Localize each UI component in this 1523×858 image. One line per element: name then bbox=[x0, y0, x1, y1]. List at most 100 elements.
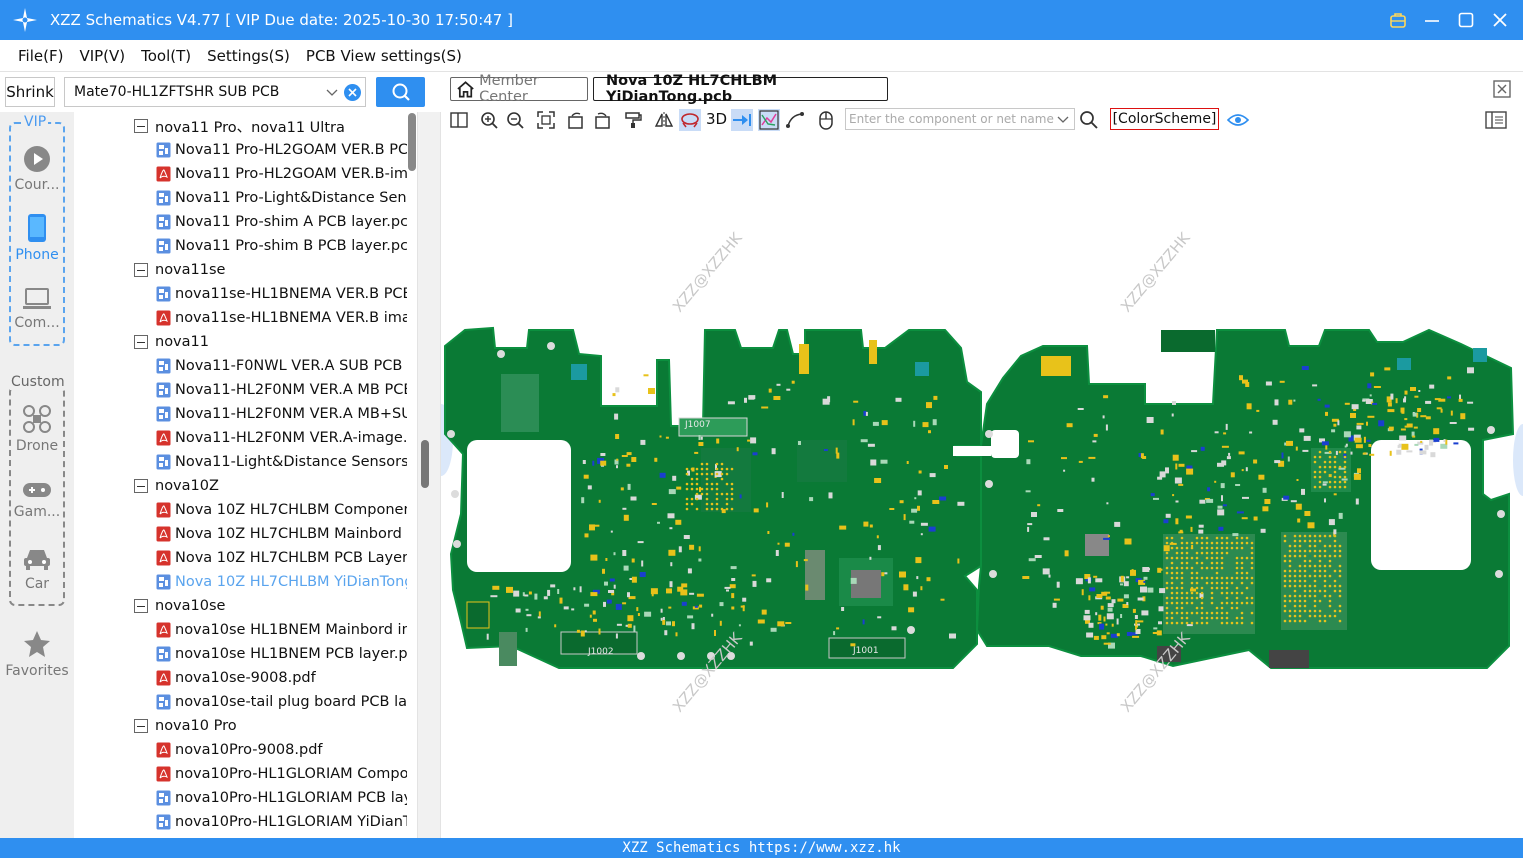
menu-settings[interactable]: Settings(S) bbox=[207, 47, 290, 65]
tab-active-file[interactable]: Nova 10Z HL7CHLBM YiDianTong.pcb bbox=[593, 73, 888, 105]
rotate-left-icon[interactable] bbox=[565, 109, 587, 131]
pcb-file-icon bbox=[156, 646, 171, 662]
maximize-button[interactable] bbox=[1457, 11, 1475, 29]
pcb-file-icon bbox=[156, 214, 171, 230]
vip-group-label: VIP bbox=[22, 114, 49, 130]
tree-item-pcb[interactable]: nova10Pro-HL1GLORIAM YiDianTo bbox=[156, 810, 407, 834]
pdf-file-icon bbox=[156, 166, 171, 182]
zoom-in-icon[interactable] bbox=[478, 109, 500, 131]
search-button[interactable] bbox=[376, 77, 425, 107]
collapse-icon[interactable] bbox=[134, 599, 148, 613]
mirror-icon[interactable] bbox=[653, 109, 675, 131]
rail-item-course[interactable]: Cour... bbox=[0, 145, 74, 193]
tree-item-label: Nova11 Pro-Light&Distance Senso bbox=[175, 190, 407, 206]
tree-item-pcb[interactable]: nova10Pro-HL1GLORIAM PCB laye bbox=[156, 786, 407, 810]
tree-scrollbar-thumb[interactable] bbox=[408, 113, 416, 171]
model-tree[interactable]: nova11 Pro、nova11 Ultra Nova11 Pro-HL2GOA… bbox=[74, 112, 417, 838]
pcb-canvas[interactable]: J1007 J1002 J1001 XZZ@XZZHK XZZ@XZZHK XZ… bbox=[441, 134, 1523, 838]
flip-board-icon[interactable] bbox=[679, 109, 701, 131]
tree-item-pcb[interactable]: Nova11-HL2F0NM VER.A MB+SUB bbox=[156, 402, 407, 426]
tree-item-label: nova10 Pro bbox=[155, 718, 237, 734]
component-net-search-input[interactable]: Enter the component or net name bbox=[845, 108, 1075, 130]
tree-item-label: nova10Pro-HL1GLORIAM YiDianTo bbox=[175, 814, 407, 830]
toggle-3d-button[interactable]: 3D bbox=[706, 110, 727, 128]
tree-group[interactable]: nova10Z bbox=[134, 474, 414, 498]
pcb-board-view[interactable]: J1007 J1002 J1001 bbox=[441, 134, 1523, 838]
tree-item-pdf[interactable]: nova10se-9008.pdf bbox=[156, 666, 407, 690]
tree-item-pdf[interactable]: nova11se-HL1BNEMA VER.B image bbox=[156, 306, 407, 330]
tree-item-label: nova11se-HL1BNEMA VER.B image bbox=[175, 310, 407, 326]
tree-item-label: Nova11-HL2F0NM VER.A MB PCB l bbox=[175, 382, 407, 398]
collapse-icon[interactable] bbox=[134, 263, 148, 277]
minimize-button[interactable] bbox=[1423, 11, 1441, 29]
tree-item-pdf[interactable]: nova10se HL1BNEM Mainbord ima bbox=[156, 618, 407, 642]
rail-item-computer[interactable]: Com... bbox=[0, 287, 74, 331]
chevron-down-icon[interactable] bbox=[1056, 112, 1070, 126]
tree-item-pcb[interactable]: Nova11-HL2F0NM VER.A MB PCB l bbox=[156, 378, 407, 402]
tree-item-pcb[interactable]: Nova11 Pro-Light&Distance Senso bbox=[156, 186, 407, 210]
collapse-icon[interactable] bbox=[134, 479, 148, 493]
fit-view-icon[interactable] bbox=[535, 109, 557, 131]
toggle-sidebar-icon[interactable] bbox=[448, 109, 470, 131]
tree-item-pdf[interactable]: Nova11 Pro-HL2GOAM VER.B-imag bbox=[156, 162, 407, 186]
clear-icon[interactable] bbox=[344, 84, 361, 101]
collapse-icon[interactable] bbox=[134, 335, 148, 349]
net-search-icon[interactable] bbox=[1078, 109, 1100, 131]
tree-item-pcb[interactable]: Nova 10Z HL7CHLBM YiDianTong. bbox=[156, 570, 407, 594]
menu-pcb-view-settings[interactable]: PCB View settings(S) bbox=[306, 47, 462, 65]
tree-item-pdf[interactable]: nova10Pro-9008.pdf bbox=[156, 738, 407, 762]
tree-item-pdf[interactable]: Nova 10Z HL7CHLBM PCB Layer.pc bbox=[156, 546, 407, 570]
tree-item-pcb[interactable]: Nova11 Pro-shim A PCB layer.pcb bbox=[156, 210, 407, 234]
tree-item-pdf[interactable]: Nova 10Z HL7CHLBM Mainbord in bbox=[156, 522, 407, 546]
splitter-handle[interactable] bbox=[421, 440, 429, 488]
close-all-tabs-icon[interactable] bbox=[1493, 80, 1511, 98]
tree-item-label: nova11se bbox=[155, 262, 226, 278]
measure-icon[interactable] bbox=[784, 109, 806, 131]
tree-item-pcb[interactable]: Nova11-Light&Distance Sensors sh bbox=[156, 450, 407, 474]
zoom-out-icon[interactable] bbox=[504, 109, 526, 131]
paint-roller-icon[interactable] bbox=[622, 109, 644, 131]
tree-item-pdf[interactable]: nova10Pro-HL1GLORIAM Compon bbox=[156, 762, 407, 786]
close-button[interactable] bbox=[1491, 11, 1509, 29]
tree-item-pcb[interactable]: nova10se-tail plug board PCB laye bbox=[156, 690, 407, 714]
menu-tool[interactable]: Tool(T) bbox=[141, 47, 191, 65]
tree-group[interactable]: nova10 Pro bbox=[134, 714, 414, 738]
tree-group[interactable]: nova11 bbox=[134, 330, 414, 354]
rail-item-game[interactable]: Gam... bbox=[0, 480, 74, 520]
tree-item-pcb[interactable]: nova11se-HL1BNEMA VER.B PCB la bbox=[156, 282, 407, 306]
rail-item-favorites[interactable]: Favorites bbox=[0, 629, 74, 679]
mouse-mode-icon[interactable] bbox=[815, 109, 837, 131]
menu-vip[interactable]: VIP(V) bbox=[79, 47, 125, 65]
tree-group[interactable]: nova10se bbox=[134, 594, 414, 618]
tree-group[interactable]: nova11 Pro、nova11 Ultra bbox=[134, 114, 414, 138]
color-scheme-button[interactable]: [ColorScheme] bbox=[1110, 108, 1219, 130]
tree-item-pdf[interactable]: Nova11-HL2F0NM VER.A-image.pc bbox=[156, 426, 407, 450]
tab-member-center[interactable]: Member Center bbox=[450, 73, 588, 105]
right-panel-icon[interactable] bbox=[1485, 109, 1507, 131]
tree-group[interactable]: nova11se bbox=[134, 258, 414, 282]
search-icon bbox=[392, 83, 410, 101]
rail-item-car[interactable]: Car bbox=[0, 546, 74, 592]
tree-item-pcb[interactable]: Nova11 Pro-shim B PCB layer.pcb bbox=[156, 234, 407, 258]
board-gap bbox=[953, 446, 991, 456]
model-search-combo[interactable]: Mate70-HL1ZFTSHR SUB PCB bbox=[64, 77, 366, 107]
highlight-net-icon[interactable] bbox=[731, 109, 753, 131]
tree-item-pcb[interactable]: Nova11 Pro-HL2GOAM VER.B PCB bbox=[156, 138, 407, 162]
rail-item-phone[interactable]: Phone bbox=[0, 213, 74, 263]
collapse-icon[interactable] bbox=[134, 119, 148, 133]
visibility-eye-icon[interactable] bbox=[1227, 109, 1249, 131]
show-traces-icon[interactable] bbox=[758, 109, 780, 131]
rail-item-drone[interactable]: Drone bbox=[0, 404, 74, 454]
tree-item-pcb[interactable]: nova10se HL1BNEM PCB layer.pcb bbox=[156, 642, 407, 666]
collapse-icon[interactable] bbox=[134, 719, 148, 733]
tree-item-pdf[interactable]: Nova 10Z HL7CHLBM Component bbox=[156, 498, 407, 522]
tree-item-pcb[interactable]: Nova11-F0NWL VER.A SUB PCB lay bbox=[156, 354, 407, 378]
pcb-file-icon bbox=[156, 790, 171, 806]
rotate-right-icon[interactable] bbox=[591, 109, 613, 131]
vip-bag-icon[interactable] bbox=[1389, 11, 1407, 29]
pcb-main-board[interactable] bbox=[444, 326, 982, 669]
chevron-down-icon[interactable] bbox=[325, 85, 339, 99]
shrink-button[interactable]: Shrink bbox=[5, 77, 55, 107]
menu-file[interactable]: File(F) bbox=[18, 47, 63, 65]
title-bar[interactable]: XZZ Schematics V4.77 [ VIP Due date: 202… bbox=[0, 0, 1523, 40]
